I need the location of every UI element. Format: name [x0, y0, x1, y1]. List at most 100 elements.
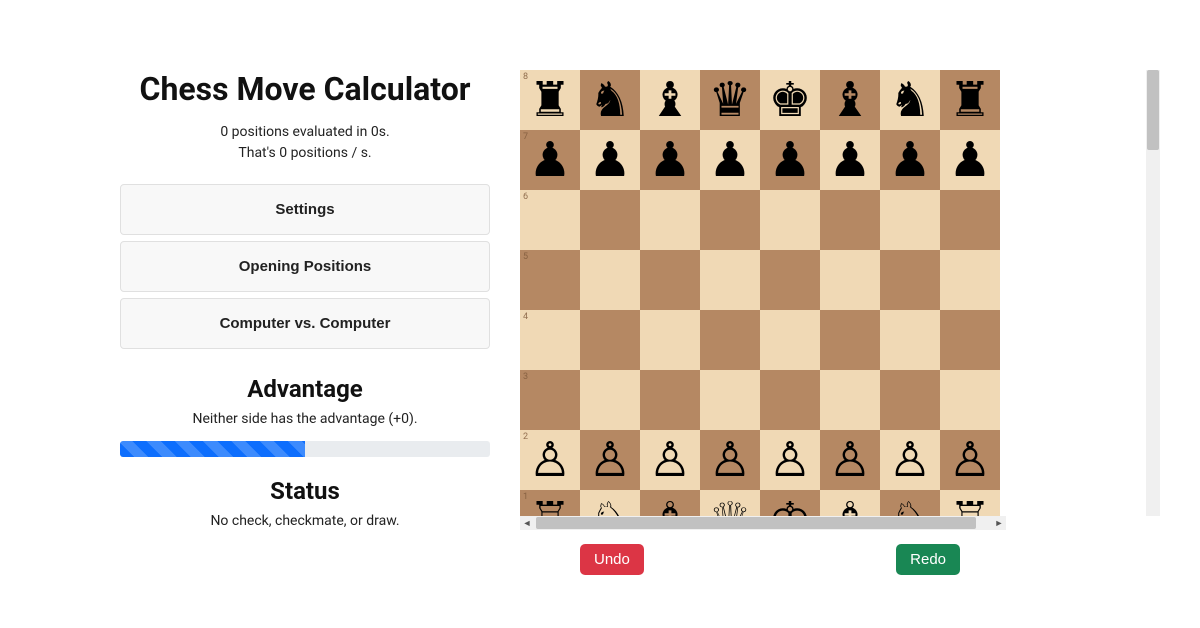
scrollbar-vertical[interactable] — [1146, 70, 1160, 516]
black-pawn-icon[interactable]: ♟ — [528, 136, 571, 184]
square-b2[interactable]: ♙ — [580, 430, 640, 490]
square-e4[interactable] — [760, 310, 820, 370]
redo-button[interactable]: Redo — [896, 544, 960, 575]
square-a6[interactable]: 6 — [520, 190, 580, 250]
black-bishop-icon[interactable]: ♝ — [648, 76, 691, 124]
square-a2[interactable]: 2♙ — [520, 430, 580, 490]
black-rook-icon[interactable]: ♜ — [528, 76, 571, 124]
white-pawn-icon[interactable]: ♙ — [948, 436, 991, 484]
black-knight-icon[interactable]: ♞ — [588, 76, 631, 124]
black-pawn-icon[interactable]: ♟ — [888, 136, 931, 184]
white-pawn-icon[interactable]: ♙ — [888, 436, 931, 484]
scroll-left-icon[interactable]: ◄ — [520, 516, 534, 530]
square-g4[interactable] — [880, 310, 940, 370]
black-knight-icon[interactable]: ♞ — [888, 76, 931, 124]
square-g2[interactable]: ♙ — [880, 430, 940, 490]
white-pawn-icon[interactable]: ♙ — [828, 436, 871, 484]
scrollbar-thumb-vertical[interactable] — [1147, 70, 1159, 150]
square-h7[interactable]: ♟ — [940, 130, 1000, 190]
square-b4[interactable] — [580, 310, 640, 370]
white-pawn-icon[interactable]: ♙ — [648, 436, 691, 484]
square-b8[interactable]: ♞ — [580, 70, 640, 130]
square-a5[interactable]: 5 — [520, 250, 580, 310]
square-f6[interactable] — [820, 190, 880, 250]
undo-button[interactable]: Undo — [580, 544, 644, 575]
settings-button[interactable]: Settings — [120, 184, 490, 235]
square-f4[interactable] — [820, 310, 880, 370]
rank-label: 2 — [523, 432, 528, 442]
rank-label: 5 — [523, 252, 528, 262]
square-b3[interactable] — [580, 370, 640, 430]
square-f3[interactable] — [820, 370, 880, 430]
square-f8[interactable]: ♝ — [820, 70, 880, 130]
square-c4[interactable] — [640, 310, 700, 370]
square-f5[interactable] — [820, 250, 880, 310]
square-h2[interactable]: ♙ — [940, 430, 1000, 490]
square-e7[interactable]: ♟ — [760, 130, 820, 190]
square-h5[interactable] — [940, 250, 1000, 310]
square-h6[interactable] — [940, 190, 1000, 250]
advantage-bar — [120, 441, 490, 457]
square-d7[interactable]: ♟ — [700, 130, 760, 190]
square-c8[interactable]: ♝ — [640, 70, 700, 130]
scroll-right-icon[interactable]: ► — [992, 516, 1006, 530]
black-pawn-icon[interactable]: ♟ — [948, 136, 991, 184]
square-d5[interactable] — [700, 250, 760, 310]
square-g5[interactable] — [880, 250, 940, 310]
rank-label: 4 — [523, 312, 528, 322]
square-d3[interactable] — [700, 370, 760, 430]
white-pawn-icon[interactable]: ♙ — [588, 436, 631, 484]
square-b6[interactable] — [580, 190, 640, 250]
opening-positions-button[interactable]: Opening Positions — [120, 241, 490, 292]
square-f7[interactable]: ♟ — [820, 130, 880, 190]
square-c7[interactable]: ♟ — [640, 130, 700, 190]
square-e2[interactable]: ♙ — [760, 430, 820, 490]
square-e8[interactable]: ♚ — [760, 70, 820, 130]
square-c3[interactable] — [640, 370, 700, 430]
square-d8[interactable]: ♛ — [700, 70, 760, 130]
square-e3[interactable] — [760, 370, 820, 430]
black-queen-icon[interactable]: ♛ — [708, 76, 751, 124]
square-e6[interactable] — [760, 190, 820, 250]
square-g3[interactable] — [880, 370, 940, 430]
black-pawn-icon[interactable]: ♟ — [648, 136, 691, 184]
square-c5[interactable] — [640, 250, 700, 310]
square-c6[interactable] — [640, 190, 700, 250]
square-h3[interactable] — [940, 370, 1000, 430]
square-d4[interactable] — [700, 310, 760, 370]
square-b5[interactable] — [580, 250, 640, 310]
square-h8[interactable]: ♜ — [940, 70, 1000, 130]
square-a3[interactable]: 3 — [520, 370, 580, 430]
stats-block: 0 positions evaluated in 0s. That's 0 po… — [120, 122, 490, 164]
black-pawn-icon[interactable]: ♟ — [768, 136, 811, 184]
black-pawn-icon[interactable]: ♟ — [588, 136, 631, 184]
square-f2[interactable]: ♙ — [820, 430, 880, 490]
square-d2[interactable]: ♙ — [700, 430, 760, 490]
chessboard-viewport[interactable]: 8♜♞♝♛♚♝♞♜7♟♟♟♟♟♟♟♟65432♙♙♙♙♙♙♙♙1a♖b♘c♗d♕… — [520, 70, 1020, 530]
square-h4[interactable] — [940, 310, 1000, 370]
scrollbar-horizontal[interactable]: ◄ ► — [520, 516, 1006, 530]
square-g6[interactable] — [880, 190, 940, 250]
black-rook-icon[interactable]: ♜ — [948, 76, 991, 124]
white-pawn-icon[interactable]: ♙ — [708, 436, 751, 484]
black-king-icon[interactable]: ♚ — [768, 76, 811, 124]
square-e5[interactable] — [760, 250, 820, 310]
square-d6[interactable] — [700, 190, 760, 250]
square-g7[interactable]: ♟ — [880, 130, 940, 190]
black-pawn-icon[interactable]: ♟ — [708, 136, 751, 184]
computer-vs-computer-button[interactable]: Computer vs. Computer — [120, 298, 490, 349]
square-g8[interactable]: ♞ — [880, 70, 940, 130]
white-pawn-icon[interactable]: ♙ — [768, 436, 811, 484]
square-a8[interactable]: 8♜ — [520, 70, 580, 130]
square-a4[interactable]: 4 — [520, 310, 580, 370]
chessboard[interactable]: 8♜♞♝♛♚♝♞♜7♟♟♟♟♟♟♟♟65432♙♙♙♙♙♙♙♙1a♖b♘c♗d♕… — [520, 70, 1000, 530]
square-a7[interactable]: 7♟ — [520, 130, 580, 190]
square-c2[interactable]: ♙ — [640, 430, 700, 490]
black-bishop-icon[interactable]: ♝ — [828, 76, 871, 124]
square-b7[interactable]: ♟ — [580, 130, 640, 190]
white-pawn-icon[interactable]: ♙ — [528, 436, 571, 484]
scrollbar-thumb-horizontal[interactable] — [536, 517, 976, 529]
rank-label: 6 — [523, 192, 528, 202]
advantage-heading: Advantage — [120, 375, 490, 403]
black-pawn-icon[interactable]: ♟ — [828, 136, 871, 184]
